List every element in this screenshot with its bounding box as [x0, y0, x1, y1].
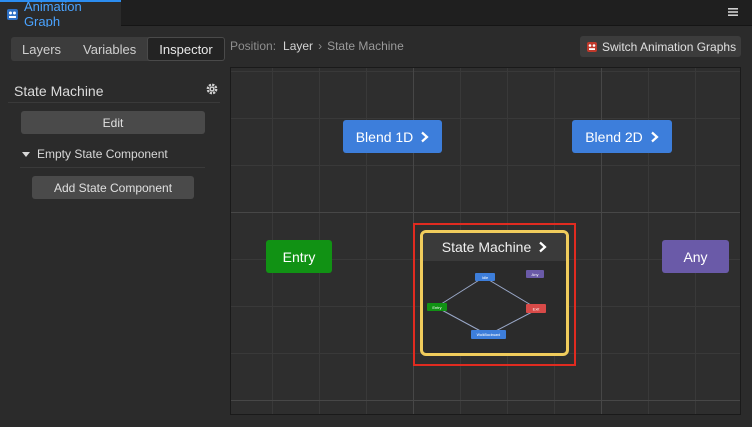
state-machine-node[interactable]: State Machine Idle Any Entry Exit WalkBa… [420, 230, 569, 356]
graph-canvas[interactable]: Blend 1D Blend 2D Entry Any State Machin… [230, 67, 741, 415]
walk-backward-mini-label: WalkBackward [477, 333, 501, 337]
panel-tab[interactable]: Animation Graph [0, 0, 121, 29]
any-label: Any [683, 248, 708, 265]
caret-down-icon [22, 151, 30, 157]
breadcrumb-current: State Machine [327, 39, 404, 53]
inspector-panel: Layers Variables Inspector State Machine… [0, 27, 225, 427]
breadcrumb: Position: Layer › State Machine [230, 39, 404, 53]
any-mini-label: Any [532, 272, 539, 277]
switch-animation-graphs-button[interactable]: Switch Animation Graphs [580, 36, 741, 57]
menu-icon[interactable] [726, 5, 740, 19]
exit-mini-label: Exit [533, 306, 541, 311]
state-machine-header: State Machine [423, 233, 566, 261]
breadcrumb-layer[interactable]: Layer [283, 39, 313, 53]
tab-bar: Layers Variables Inspector [11, 37, 225, 61]
chevron-right-icon [539, 241, 547, 253]
add-state-component-button[interactable]: Add State Component [32, 176, 194, 199]
tab-layers[interactable]: Layers [11, 37, 72, 61]
edit-button[interactable]: Edit [21, 111, 205, 134]
inspector-title: State Machine [14, 83, 104, 99]
idle-mini-label: Idle [482, 275, 489, 280]
state-machine-label: State Machine [441, 239, 532, 255]
divider [8, 102, 220, 103]
chevron-right-icon [651, 131, 659, 142]
blend-2d-node[interactable]: Blend 2D [572, 120, 672, 153]
title-bar: Animation Graph [0, 0, 752, 29]
tab-variables[interactable]: Variables [72, 37, 147, 61]
state-machine-preview: Idle Any Entry Exit WalkBackward [427, 270, 546, 339]
tab-inspector[interactable]: Inspector [147, 37, 225, 61]
switch-graph-icon [587, 41, 597, 52]
position-label: Position: [230, 39, 277, 53]
entry-label: Entry [282, 248, 316, 265]
transition-line [483, 276, 537, 309]
state-component-label: Empty State Component [37, 147, 168, 161]
entry-mini-label: Entry [432, 305, 441, 310]
blend-1d-node[interactable]: Blend 1D [343, 120, 442, 153]
animation-graph-icon [6, 8, 18, 20]
transition-line [437, 276, 485, 307]
chevron-right-icon [421, 131, 429, 142]
any-node[interactable]: Any [662, 240, 729, 273]
breadcrumb-separator: › [318, 39, 323, 53]
blend-1d-label: Blend 1D [355, 128, 414, 145]
blend-2d-label: Blend 2D [585, 128, 643, 145]
entry-node[interactable]: Entry [266, 240, 332, 273]
switch-label: Switch Animation Graphs [602, 39, 737, 54]
panel-title: Animation Graph [23, 0, 82, 29]
state-component-toggle[interactable]: Empty State Component [22, 147, 168, 161]
divider [20, 167, 205, 168]
gear-icon[interactable] [206, 83, 218, 95]
